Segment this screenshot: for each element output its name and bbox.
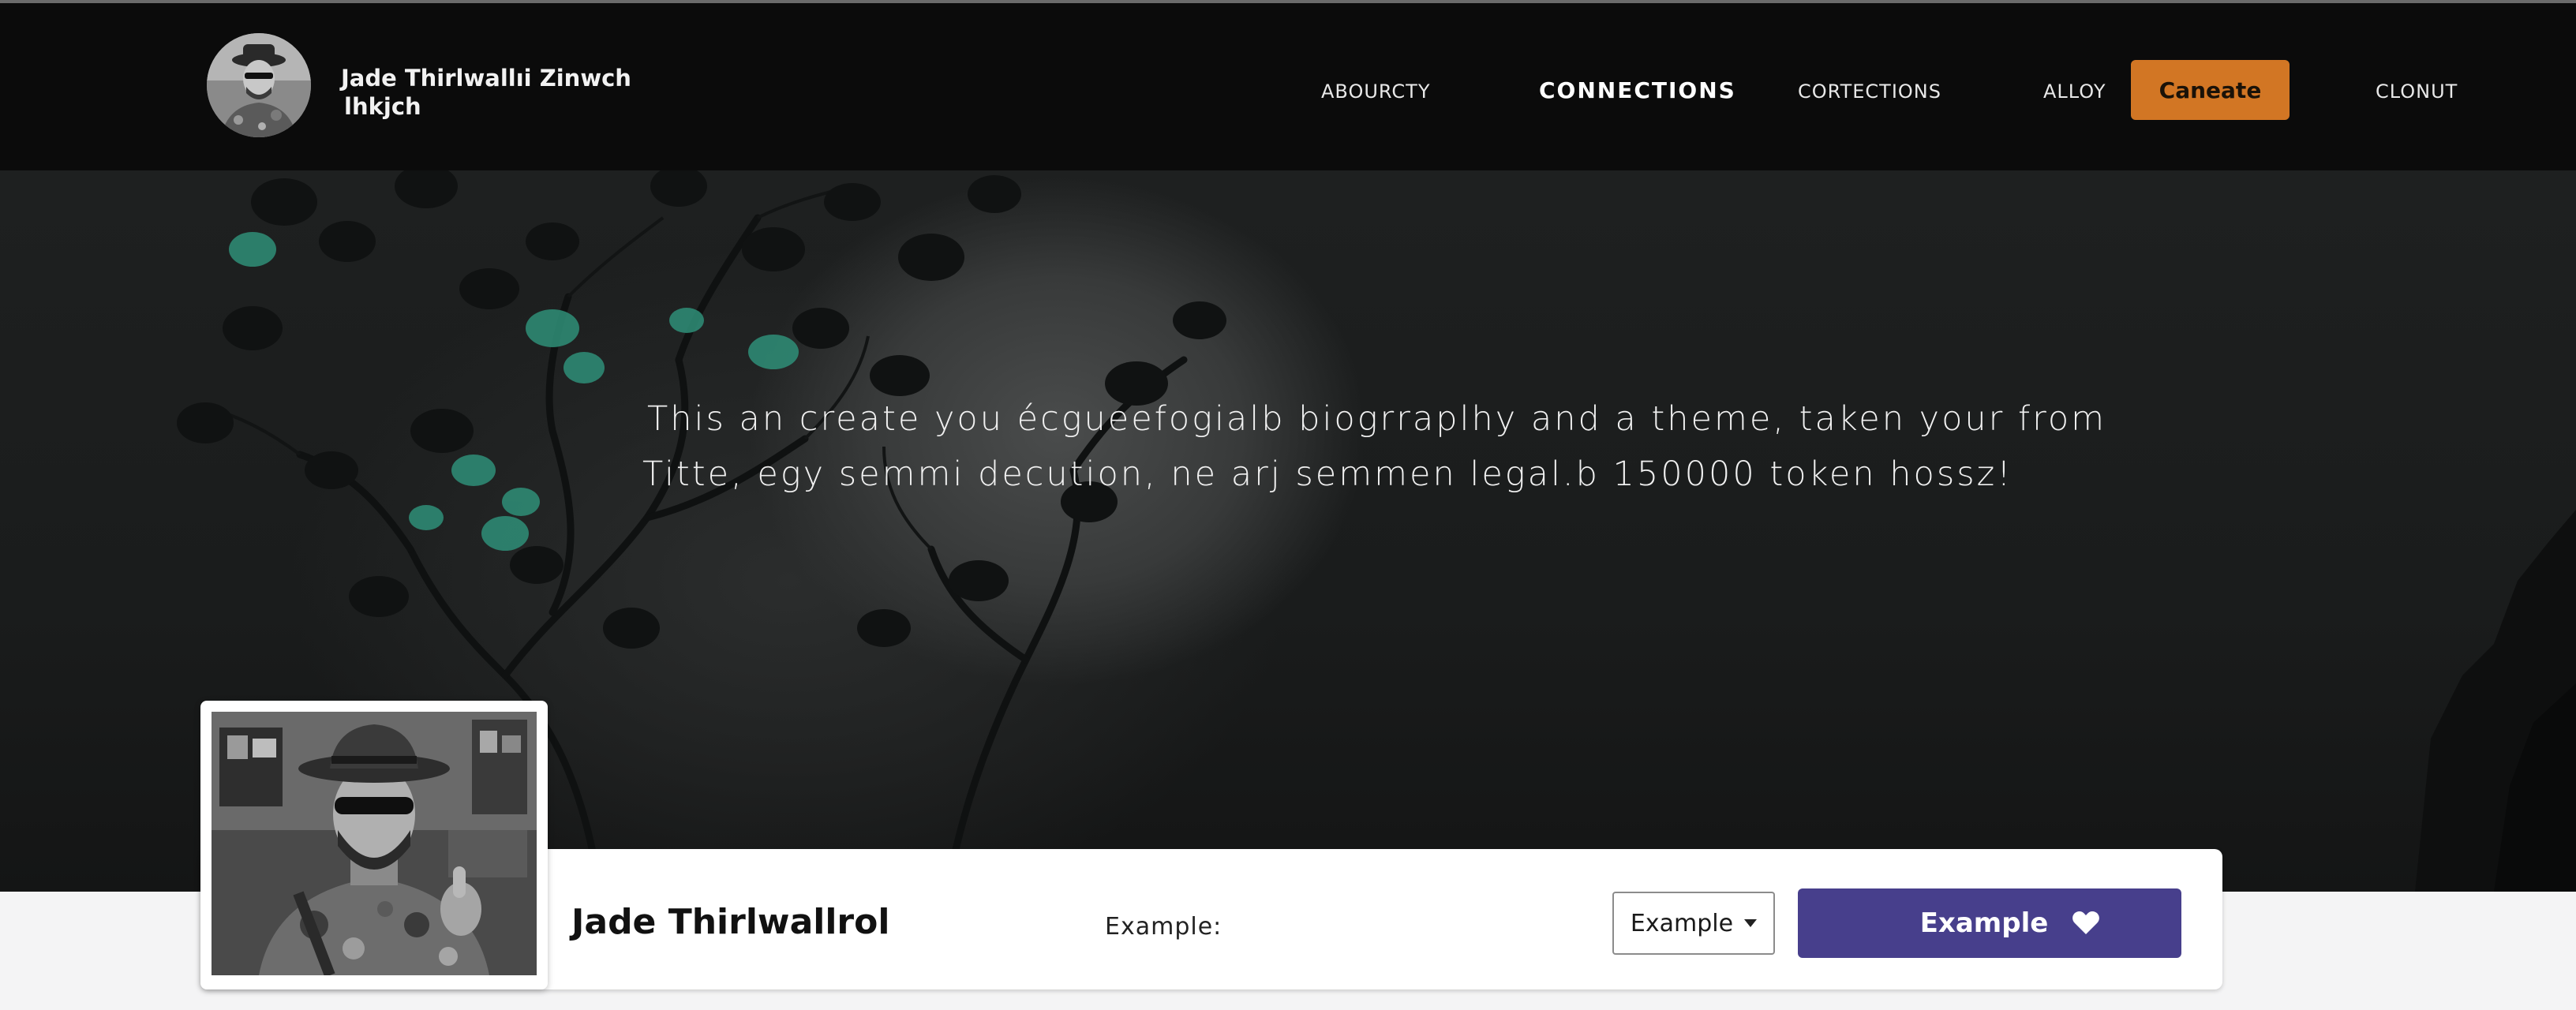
nav-item-abourcty[interactable]: ABOURCTY [1321, 80, 1430, 103]
site-header: Jade Thirlwallıi Zinwch lhkjch ABOURCTY … [0, 3, 2576, 170]
nav-item-alloy[interactable]: ALLOY [2043, 80, 2106, 103]
profile-portrait-icon [212, 712, 537, 975]
nav-item-cortections[interactable]: CORTECTIONS [1798, 80, 1941, 103]
example-select[interactable]: Example [1612, 892, 1775, 955]
hero-text-line-2: Titte, egy semmi decution, ne arj semmen… [642, 454, 2013, 494]
header-avatar[interactable] [207, 33, 311, 137]
profile-photo-frame [200, 701, 548, 989]
profile-name: Jade Thirlwallrol [571, 902, 890, 942]
nav-item-connections[interactable]: CONNECTIONS [1539, 77, 1736, 103]
profile-photo[interactable] [212, 712, 537, 975]
avatar-photo-icon [207, 33, 311, 137]
nav-item-clonut[interactable]: CLONUT [2376, 80, 2458, 103]
brand-name: Jade Thirlwallıi Zinwch [341, 65, 631, 92]
brand-subname: lhkjch [344, 93, 421, 120]
example-button-label: Example [1919, 907, 2049, 939]
create-button[interactable]: Caneate [2131, 60, 2290, 120]
heart-icon [2072, 911, 2100, 934]
chevron-down-icon [1744, 919, 1758, 927]
example-select-value: Example [1630, 909, 1734, 937]
example-button[interactable]: Example [1798, 888, 2181, 958]
hero-text-line-1: This an create you écgueefogialb biogrra… [647, 399, 2107, 439]
example-label: Example: [1105, 913, 1222, 941]
